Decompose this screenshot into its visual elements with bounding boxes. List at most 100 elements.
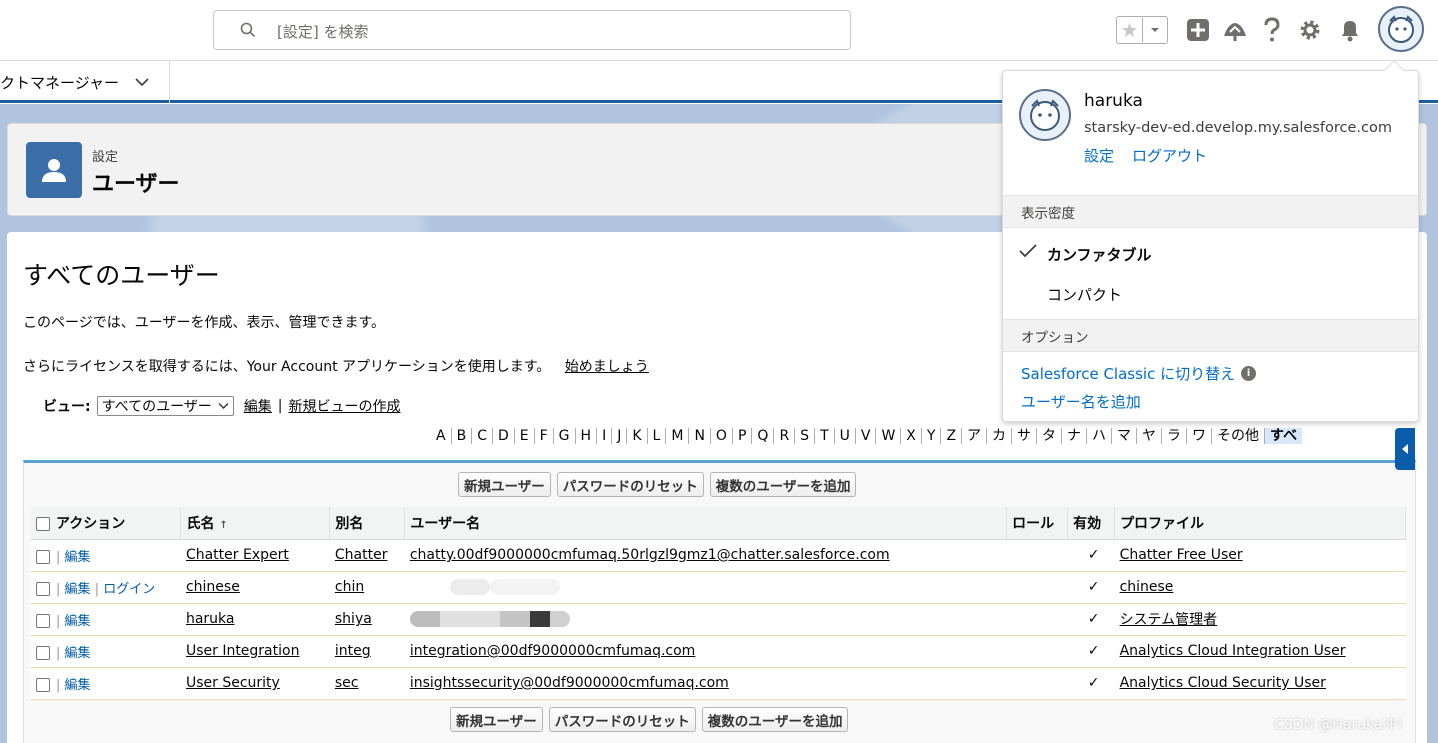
edit-action[interactable]: 編集 [65,614,91,629]
alpha-filter-item[interactable]: Z [941,428,963,444]
edit-action[interactable]: 編集 [65,550,91,565]
favorites-button[interactable]: ★ [1116,16,1168,44]
alpha-filter-item[interactable]: マ [1112,428,1138,444]
username-link[interactable]: chatty.00df9000000cmfumaq.50rlgzl9gmz1@c… [410,547,890,563]
alpha-filter-item[interactable]: P [733,428,753,444]
alpha-filter-item[interactable]: J [612,428,628,444]
profile-link[interactable]: システム管理者 [1120,612,1218,628]
alpha-filter-item[interactable]: W [876,428,902,444]
alpha-filter-item[interactable]: O [711,428,733,444]
alpha-filter-item[interactable]: H [576,428,598,444]
user-alias-link[interactable]: integ [335,643,371,659]
user-avatar-button[interactable] [1378,6,1424,52]
alpha-filter-item[interactable]: カ [987,428,1013,444]
alpha-filter-item[interactable]: G [554,428,576,444]
select-all-checkbox[interactable] [36,516,50,531]
alpha-filter-item[interactable]: ヤ [1137,428,1163,444]
user-alias-link[interactable]: sec [335,675,359,691]
alpha-filter-item[interactable]: サ [1012,428,1038,444]
user-alias-link[interactable]: chin [335,579,364,595]
info-icon[interactable]: i [1241,366,1257,381]
global-actions-button[interactable] [1184,10,1212,50]
user-name-link[interactable]: haruka [186,611,235,627]
edit-action[interactable]: 編集 [65,646,91,661]
column-header-username[interactable]: ユーザー名 [404,507,1008,540]
breadcrumb[interactable]: 設定 [92,146,118,165]
user-alias-link[interactable]: shiya [335,611,372,627]
alpha-filter-item[interactable]: タ [1037,428,1063,444]
alpha-filter-item-all[interactable]: すべ [1265,428,1303,444]
new-view-link[interactable]: 新規ビューの作成 [289,396,401,416]
get-started-link[interactable]: 始めましょう [565,359,649,375]
column-header-name[interactable]: 氏名 ↑ [180,507,331,540]
density-compact-option[interactable]: コンパクト [1047,284,1122,305]
alpha-filter-item[interactable]: ハ [1087,428,1113,444]
alpha-filter-item[interactable]: X [901,428,922,444]
new-user-button[interactable]: 新規ユーザー [450,707,543,732]
alpha-filter-item[interactable]: M [666,428,690,444]
edit-view-link[interactable]: 編集 [244,396,272,416]
alpha-filter-item[interactable]: Y [922,428,942,444]
user-name-link[interactable]: User Integration [186,643,300,659]
alpha-filter-item[interactable]: ア [962,428,988,444]
alpha-filter-item[interactable]: E [515,428,535,444]
alpha-filter-item[interactable]: U [835,428,856,444]
chevron-down-icon[interactable] [135,77,149,87]
user-alias-link[interactable]: Chatter [335,547,388,563]
reset-password-button[interactable]: パスワードのリセット [556,472,704,497]
settings-link[interactable]: 設定 [1084,145,1114,166]
alpha-filter-item[interactable]: S [795,428,816,444]
alpha-filter-item[interactable]: I [597,428,613,444]
alpha-filter-item[interactable]: ワ [1187,428,1213,444]
profile-link[interactable]: Chatter Free User [1120,547,1243,563]
row-checkbox[interactable] [36,614,50,628]
user-name-link[interactable]: User Security [186,675,280,691]
row-checkbox[interactable] [36,582,50,596]
row-checkbox[interactable] [36,550,50,564]
alpha-filter-item[interactable]: B [452,428,473,444]
column-header-profile[interactable]: プロファイル [1114,507,1406,540]
notifications-button[interactable] [1336,10,1364,50]
column-header-role[interactable]: ロール [1006,507,1069,540]
view-select[interactable]: すべてのユーザー [96,396,234,416]
edit-action[interactable]: 編集 [65,582,91,597]
user-name-link[interactable]: chinese [186,579,240,595]
alpha-filter-item[interactable]: D [493,428,515,444]
profile-link[interactable]: chinese [1120,579,1174,595]
row-checkbox[interactable] [36,646,50,660]
username-link[interactable]: integration@00df9000000cmfumaq.com [410,643,695,659]
trailhead-button[interactable] [1220,10,1250,50]
chevron-down-icon[interactable] [1143,26,1167,34]
alpha-filter-item[interactable]: ナ [1062,428,1088,444]
density-comfortable-option[interactable]: カンファタブル [1047,244,1152,265]
user-name-link[interactable]: Chatter Expert [186,547,289,563]
edit-action[interactable]: 編集 [65,678,91,693]
profile-link[interactable]: Analytics Cloud Integration User [1120,643,1346,659]
column-header-alias[interactable]: 別名 [329,507,406,540]
reset-password-button[interactable]: パスワードのリセット [548,707,696,732]
side-panel-toggle[interactable] [1395,428,1415,470]
alpha-filter-item[interactable]: R [774,428,796,444]
alpha-filter-item[interactable]: ラ [1162,428,1188,444]
alpha-filter-item[interactable]: A [431,428,452,444]
alpha-filter-item[interactable]: その他 [1212,428,1266,444]
alpha-filter-item[interactable]: N [689,428,711,444]
alpha-filter-item[interactable]: C [472,428,493,444]
alpha-filter-item[interactable]: T [815,428,835,444]
alpha-filter-item[interactable]: K [627,428,648,444]
username-link[interactable]: insightssecurity@00df9000000cmfumaq.com [410,675,729,691]
login-action[interactable]: ログイン [103,582,155,597]
alpha-filter-item[interactable]: L [648,428,667,444]
row-checkbox[interactable] [36,678,50,692]
logout-link[interactable]: ログアウト [1132,145,1207,166]
profile-link[interactable]: Analytics Cloud Security User [1120,675,1326,691]
add-multiple-users-button[interactable]: 複数のユーザーを追加 [709,472,857,497]
column-header-active[interactable]: 有効 [1067,507,1116,540]
app-menu-tab[interactable]: クトマネージャー [0,61,170,103]
help-button[interactable] [1260,10,1284,50]
add-username-link[interactable]: ユーザー名を追加 [1021,391,1141,412]
switch-classic-link[interactable]: Salesforce Classic に切り替え i [1021,363,1257,384]
alpha-filter-item[interactable]: Q [752,428,775,444]
alpha-filter-item[interactable]: F [535,428,554,444]
new-user-button[interactable]: 新規ユーザー [458,472,551,497]
